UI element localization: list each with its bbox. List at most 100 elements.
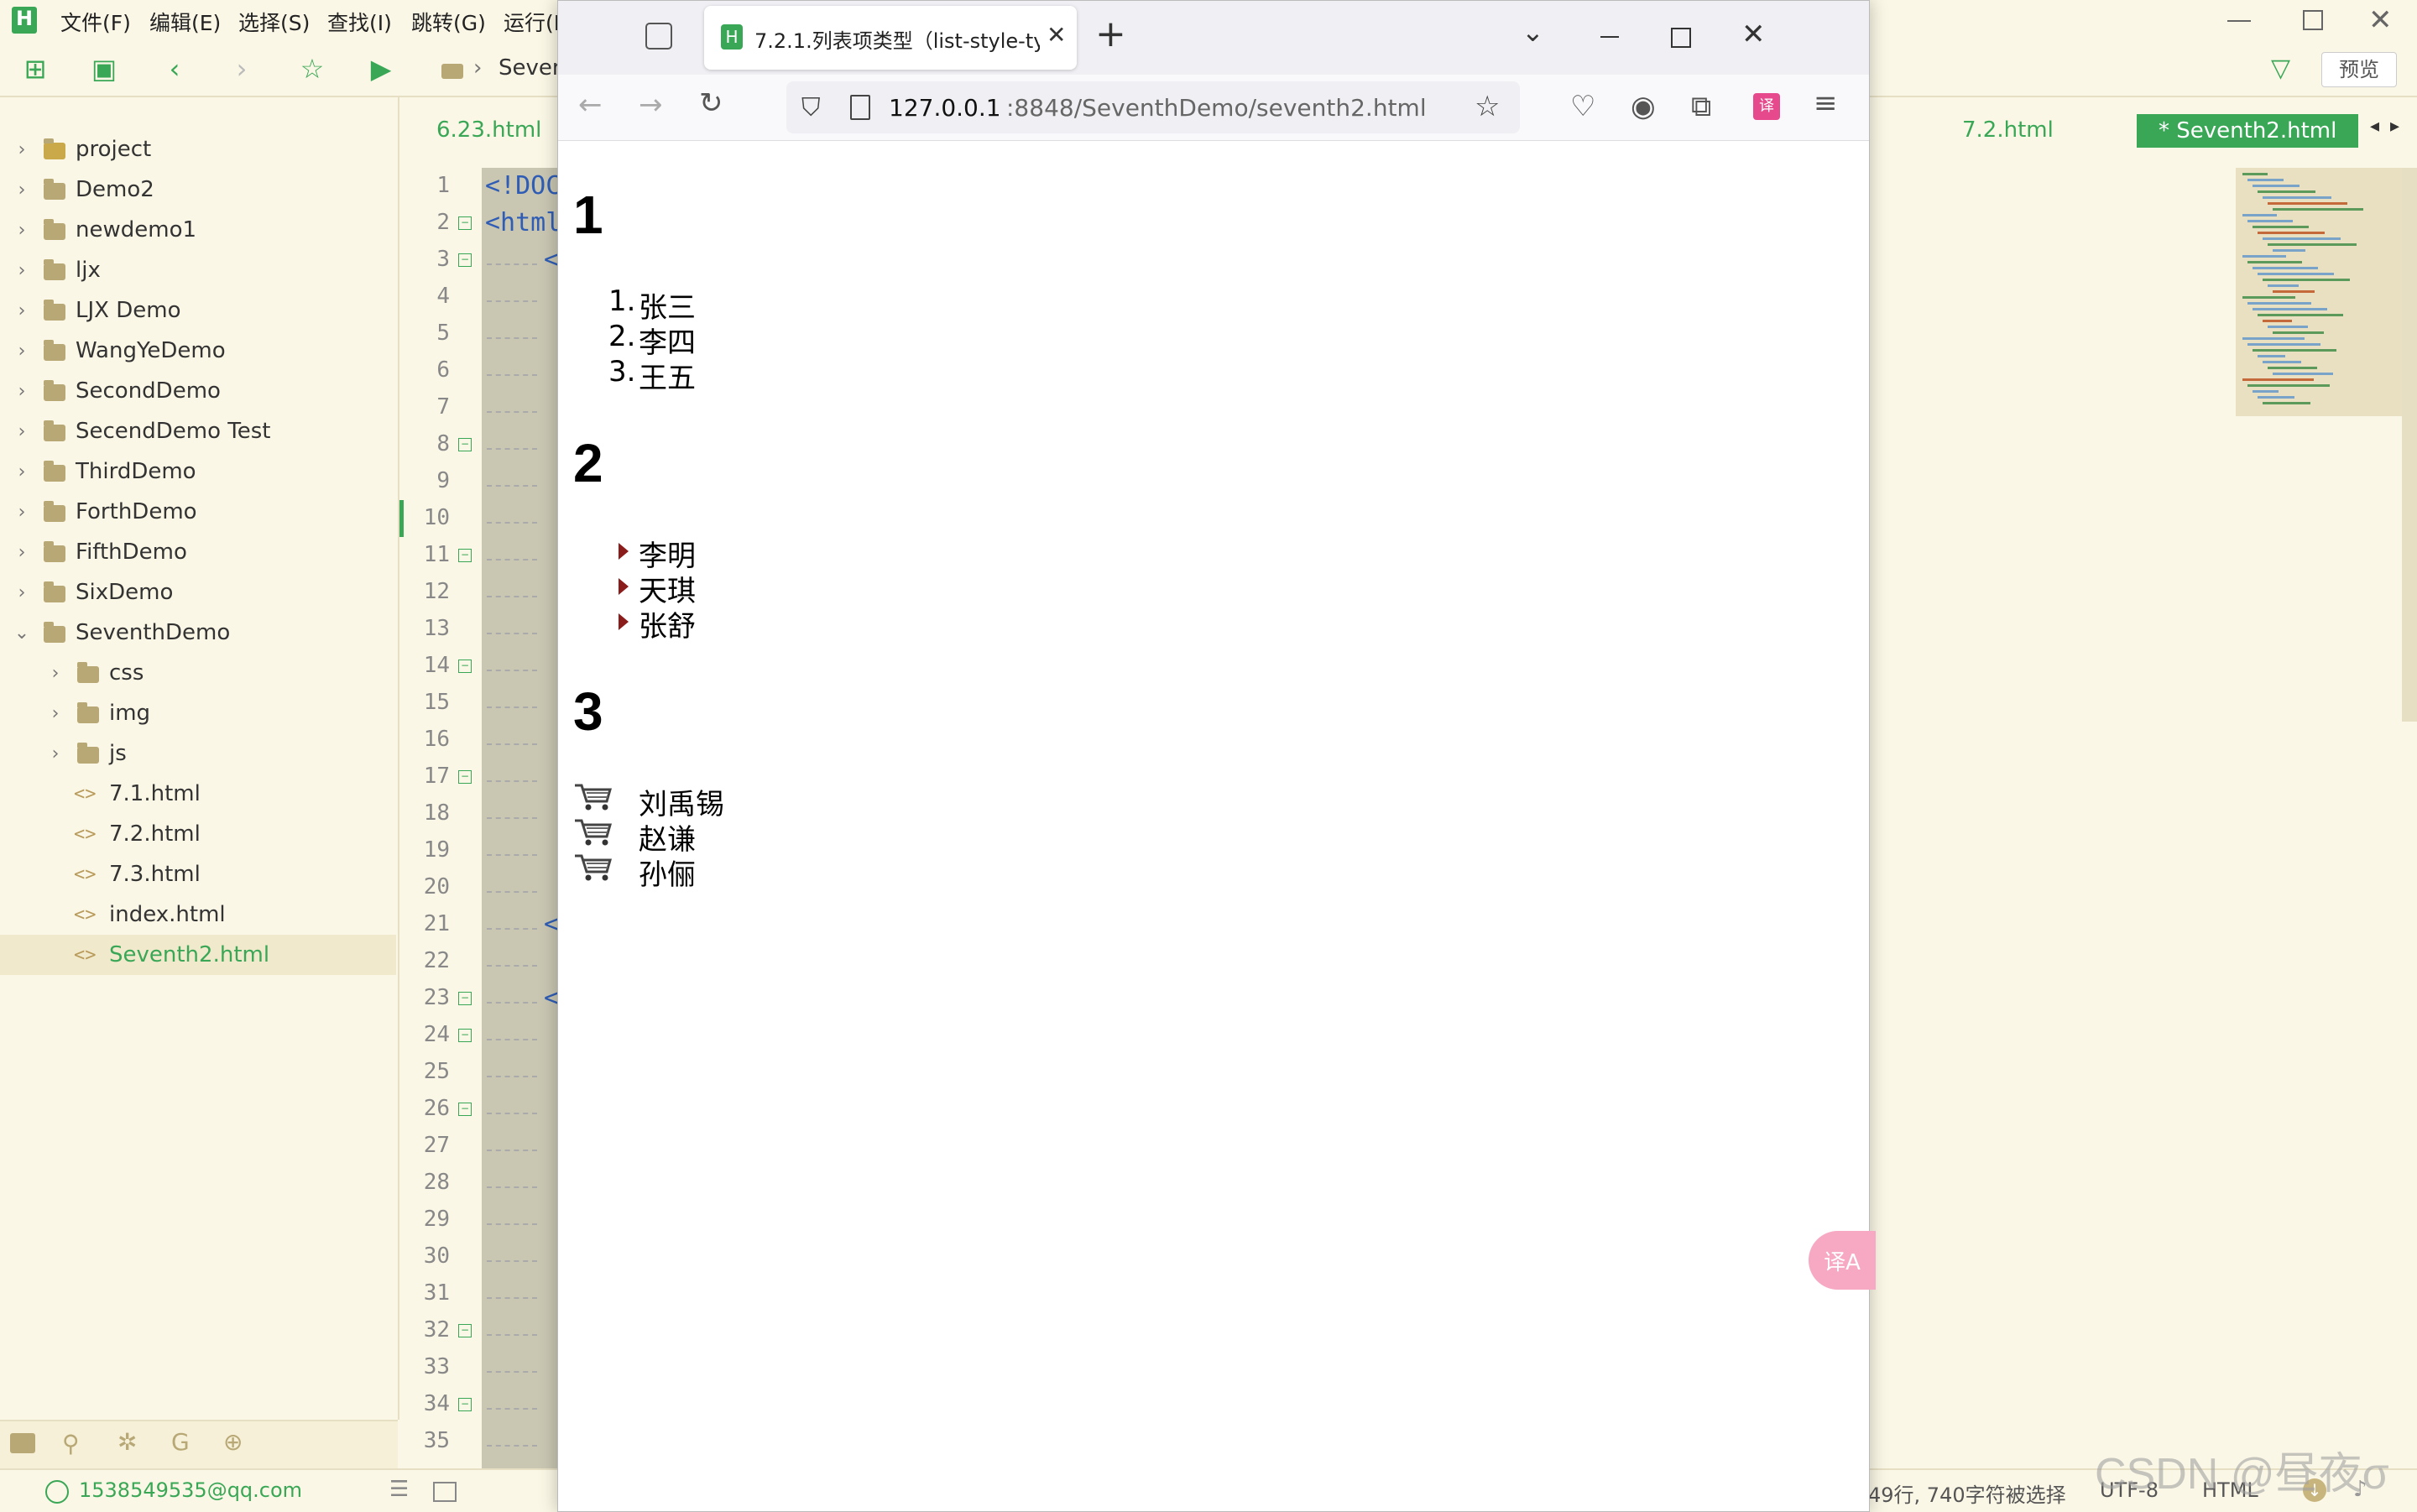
new-tab-button[interactable]: + — [1095, 13, 1126, 55]
tree-item[interactable]: › ljx — [0, 250, 396, 290]
fold-toggle-icon[interactable]: − — [458, 1103, 472, 1116]
back-icon[interactable]: ‹ — [158, 52, 191, 86]
tree-item[interactable]: <> 7.1.html — [0, 774, 396, 814]
reload-icon[interactable]: ↻ — [699, 86, 723, 120]
tree-item[interactable]: › SecondDemo — [0, 371, 396, 411]
breadcrumb[interactable]: Seven — [499, 55, 566, 81]
tree-item[interactable]: › ForthDemo — [0, 492, 396, 532]
tree-item[interactable]: › project — [0, 129, 396, 169]
tree-item[interactable]: ⌄ SeventhDemo — [0, 613, 396, 653]
account-icon[interactable]: ◉ — [1631, 90, 1656, 123]
tab-overview-icon[interactable] — [645, 23, 672, 50]
tree-item[interactable]: › ThirdDemo — [0, 451, 396, 492]
fold-toggle-icon[interactable]: − — [458, 253, 472, 267]
shield-icon[interactable]: ⛉ — [801, 93, 821, 123]
chevron-right-icon[interactable]: › — [12, 341, 32, 362]
tree-item[interactable]: › LJX Demo — [0, 290, 396, 331]
git-icon[interactable]: G — [171, 1428, 190, 1456]
terminal-icon[interactable] — [433, 1482, 457, 1502]
tab-7-2-html[interactable]: 7.2.html — [1962, 117, 2054, 143]
tree-item[interactable]: › js — [0, 733, 396, 774]
tab-seventh2-html[interactable]: * Seventh2.html — [2137, 114, 2359, 148]
chevron-right-icon[interactable]: › — [12, 300, 32, 321]
chevron-right-icon[interactable]: › — [45, 703, 65, 724]
chevron-right-icon[interactable]: › — [12, 421, 32, 442]
user-email[interactable]: 1538549535@qq.com — [79, 1478, 302, 1502]
tab-scroll-right-icon[interactable]: ▸ — [2390, 116, 2399, 137]
fold-toggle-icon[interactable]: − — [458, 992, 472, 1005]
new-file-icon[interactable]: ⊞ — [18, 52, 52, 86]
code-area[interactable]: <!DOC <html < < < — [482, 168, 561, 1468]
menu-edit[interactable]: 编辑(E) — [149, 7, 221, 37]
tree-item[interactable]: › SecendDemo Test — [0, 411, 396, 451]
tree-item[interactable]: › img — [0, 693, 396, 733]
tree-item[interactable]: › SixDemo — [0, 572, 396, 613]
fold-toggle-icon[interactable]: − — [458, 770, 472, 784]
menu-file[interactable]: 文件(F) — [60, 7, 131, 37]
chevron-right-icon[interactable]: › — [12, 220, 32, 241]
browser-tab-active[interactable]: H 7.2.1.列表项类型（list-style-ty ✕ — [704, 6, 1077, 70]
tree-item[interactable]: › WangYeDemo — [0, 331, 396, 371]
outline-icon[interactable]: ☰ — [389, 1477, 409, 1502]
fold-toggle-icon[interactable]: − — [458, 216, 472, 230]
tree-item[interactable]: › newdemo1 — [0, 210, 396, 250]
minimize-icon[interactable] — [2227, 20, 2251, 22]
minimap[interactable] — [2236, 168, 2404, 416]
debug-icon[interactable]: ✲ — [117, 1428, 137, 1456]
tree-item[interactable]: › Demo2 — [0, 169, 396, 210]
project-tab-icon[interactable] — [10, 1433, 35, 1453]
tree-item[interactable]: › FifthDemo — [0, 532, 396, 572]
back-icon[interactable]: ← — [578, 88, 603, 122]
filter-icon[interactable]: ▽ — [2271, 54, 2290, 83]
fold-toggle-icon[interactable]: − — [458, 549, 472, 562]
tree-item[interactable]: <> index.html — [0, 894, 396, 935]
save-icon[interactable]: ▣ — [87, 52, 121, 86]
bookmark-star-icon[interactable]: ☆ — [1475, 90, 1500, 123]
window-maximize-icon[interactable] — [1671, 28, 1691, 48]
tab-6-23-html[interactable]: 6.23.html — [436, 117, 541, 143]
favorite-icon[interactable]: ☆ — [295, 52, 329, 86]
tree-item[interactable]: <> Seventh2.html — [0, 935, 396, 975]
menu-select[interactable]: 选择(S) — [238, 7, 310, 37]
run-icon[interactable]: ▶ — [364, 52, 398, 86]
page-icon[interactable] — [850, 95, 870, 120]
window-minimize-icon[interactable] — [1600, 36, 1619, 38]
pocket-icon[interactable]: ♡ — [1570, 90, 1595, 123]
restore-icon[interactable] — [2303, 10, 2323, 30]
chevron-right-icon[interactable]: › — [12, 139, 32, 160]
chevron-right-icon[interactable]: › — [12, 260, 32, 281]
menu-goto[interactable]: 跳转(G) — [411, 7, 486, 37]
menu-icon[interactable]: ≡ — [1814, 86, 1838, 120]
menu-find[interactable]: 查找(I) — [327, 7, 392, 37]
window-close-icon[interactable]: ✕ — [1741, 18, 1766, 51]
chevron-down-icon[interactable]: ⌄ — [12, 623, 32, 644]
fold-toggle-icon[interactable]: − — [458, 438, 472, 451]
search-panel-icon[interactable]: ⚲ — [62, 1430, 80, 1457]
chevron-right-icon[interactable]: › — [45, 663, 65, 684]
tab-scroll-left-icon[interactable]: ◂ — [2370, 116, 2379, 137]
tree-item[interactable]: <> 7.3.html — [0, 854, 396, 894]
translate-extension-icon[interactable]: 译 — [1753, 93, 1780, 120]
close-icon[interactable]: ✕ — [2368, 3, 2393, 37]
tab-close-icon[interactable]: ✕ — [1047, 21, 1066, 49]
chevron-right-icon[interactable]: › — [12, 502, 32, 523]
floating-translate-button[interactable]: 译A — [1809, 1231, 1876, 1290]
tree-item[interactable]: <> 7.2.html — [0, 814, 396, 854]
tab-list-icon[interactable]: ⌄ — [1522, 16, 1544, 48]
chevron-right-icon[interactable]: › — [12, 381, 32, 402]
editor-scrollbar[interactable] — [2402, 168, 2417, 722]
fold-toggle-icon[interactable]: − — [458, 1029, 472, 1042]
forward-icon[interactable]: → — [639, 88, 663, 122]
fold-toggle-icon[interactable]: − — [458, 660, 472, 673]
chevron-right-icon[interactable]: › — [12, 461, 32, 482]
preview-button[interactable]: 预览 — [2321, 52, 2397, 87]
chevron-right-icon[interactable]: › — [12, 542, 32, 563]
extensions-icon[interactable]: ⧉ — [1691, 90, 1711, 123]
url-bar[interactable]: ⛉ 127.0.0.1 :8848/SeventhDemo/seventh2.h… — [786, 81, 1520, 133]
plugin-icon[interactable]: ⊕ — [223, 1428, 243, 1456]
chevron-right-icon[interactable]: › — [45, 743, 65, 764]
fold-toggle-icon[interactable]: − — [458, 1324, 472, 1337]
chevron-right-icon[interactable]: › — [12, 180, 32, 201]
tree-item[interactable]: › css — [0, 653, 396, 693]
forward-icon[interactable]: › — [225, 52, 258, 86]
